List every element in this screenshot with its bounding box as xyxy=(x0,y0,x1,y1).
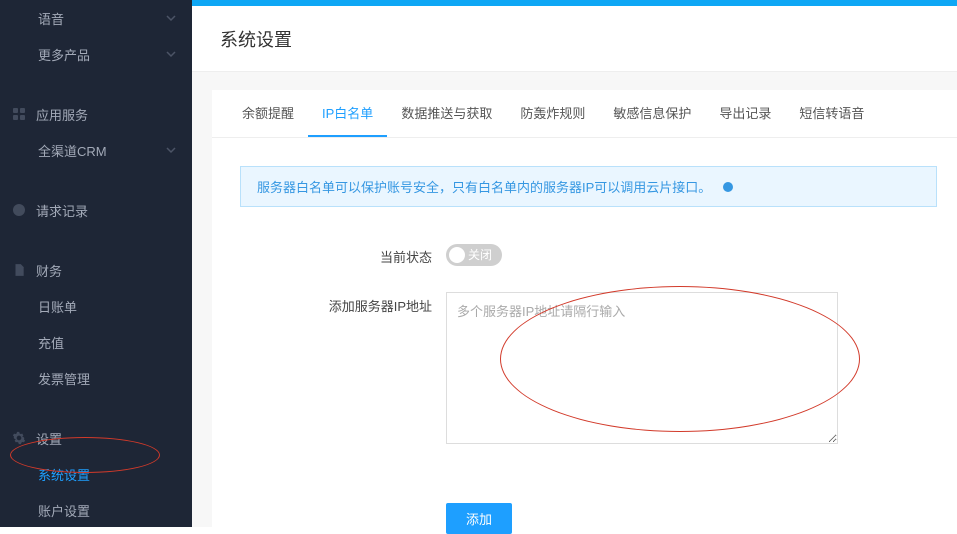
content-card: 余额提醒 IP白名单 数据推送与获取 防轰炸规则 敏感信息保护 导出记录 短信转… xyxy=(212,90,957,534)
grid-icon xyxy=(12,107,26,121)
tab-sensitive[interactable]: 敏感信息保护 xyxy=(599,90,705,137)
banner-text: 服务器白名单可以保护账号安全，只有白名单内的服务器IP可以调用云片接口。 xyxy=(257,177,711,196)
info-dot-icon xyxy=(723,182,733,192)
status-toggle[interactable]: 关闭 xyxy=(446,244,502,266)
tab-balance-alert[interactable]: 余额提醒 xyxy=(228,90,308,137)
tab-data-push[interactable]: 数据推送与获取 xyxy=(387,90,506,137)
tab-anti-bomb[interactable]: 防轰炸规则 xyxy=(506,90,599,137)
sidebar-item-more-products[interactable]: 更多产品 xyxy=(0,36,192,72)
toggle-state-label: 关闭 xyxy=(468,246,492,263)
chevron-down-icon xyxy=(166,47,176,62)
sidebar-label: 更多产品 xyxy=(38,45,90,64)
file-icon xyxy=(12,263,26,277)
sidebar-item-system-settings[interactable]: 系统设置 xyxy=(0,456,192,492)
sidebar-label: 财务 xyxy=(36,261,62,280)
sidebar-label: 应用服务 xyxy=(36,105,88,124)
sidebar-label: 请求记录 xyxy=(36,201,88,220)
page-header: 系统设置 xyxy=(192,6,957,72)
ip-label: 添加服务器IP地址 xyxy=(292,292,432,315)
sidebar-section-finance[interactable]: 财务 xyxy=(0,252,192,288)
form-row-status: 当前状态 关闭 xyxy=(292,243,957,266)
sidebar-item-crm[interactable]: 全渠道CRM xyxy=(0,132,192,168)
circle-icon xyxy=(12,203,26,217)
form-area: 当前状态 关闭 添加服务器IP地址 添加 xyxy=(212,243,957,534)
sidebar-section-request-log[interactable]: 请求记录 xyxy=(0,192,192,228)
sidebar: 语音 更多产品 应用服务 全渠道CRM 请求记录 财务 日账单 xyxy=(0,0,192,527)
sidebar-item-invoice[interactable]: 发票管理 xyxy=(0,360,192,396)
tabs: 余额提醒 IP白名单 数据推送与获取 防轰炸规则 敏感信息保护 导出记录 短信转… xyxy=(212,90,957,138)
status-label: 当前状态 xyxy=(292,243,432,266)
toggle-knob-icon xyxy=(449,247,465,263)
sidebar-label: 发票管理 xyxy=(38,369,90,388)
info-banner: 服务器白名单可以保护账号安全，只有白名单内的服务器IP可以调用云片接口。 xyxy=(240,166,937,207)
sidebar-item-recharge[interactable]: 充值 xyxy=(0,324,192,360)
sidebar-section-settings[interactable]: 设置 xyxy=(0,420,192,456)
tab-ip-whitelist[interactable]: IP白名单 xyxy=(308,90,387,137)
sidebar-label: 语音 xyxy=(38,9,64,28)
sidebar-label: 设置 xyxy=(36,429,62,448)
submit-button[interactable]: 添加 xyxy=(446,503,512,534)
chevron-down-icon xyxy=(166,143,176,158)
main-area: 系统设置 余额提醒 IP白名单 数据推送与获取 防轰炸规则 敏感信息保护 导出记… xyxy=(192,6,957,527)
page-title: 系统设置 xyxy=(220,26,292,52)
tab-sms-to-voice[interactable]: 短信转语音 xyxy=(785,90,878,137)
sidebar-item-daily-bill[interactable]: 日账单 xyxy=(0,288,192,324)
tab-export[interactable]: 导出记录 xyxy=(705,90,785,137)
sidebar-label: 系统设置 xyxy=(38,465,90,484)
sidebar-label: 日账单 xyxy=(38,297,77,316)
sidebar-label: 账户设置 xyxy=(38,501,90,520)
gear-icon xyxy=(12,431,26,445)
sidebar-label: 全渠道CRM xyxy=(38,141,107,160)
sidebar-item-voice[interactable]: 语音 xyxy=(0,0,192,36)
ip-textarea[interactable] xyxy=(446,292,838,444)
sidebar-label: 充值 xyxy=(38,333,64,352)
sidebar-section-app-services[interactable]: 应用服务 xyxy=(0,96,192,132)
sidebar-item-account-settings[interactable]: 账户设置 xyxy=(0,492,192,527)
form-row-ip: 添加服务器IP地址 xyxy=(292,292,957,447)
chevron-down-icon xyxy=(166,11,176,26)
